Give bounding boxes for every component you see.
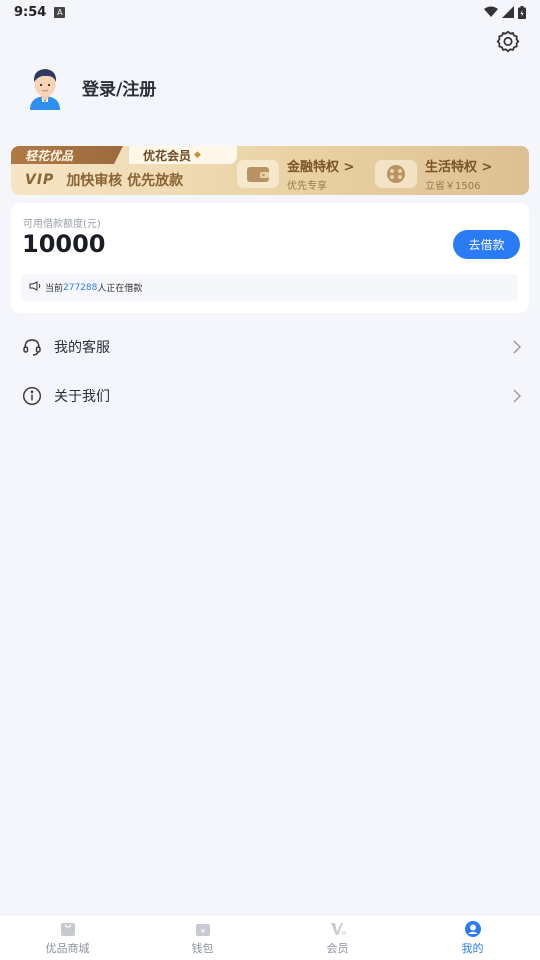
tab-label-mall: 优品商城 [45, 941, 90, 955]
menu-label-about-us: 关于我们 [54, 389, 110, 405]
notification-icon: A [54, 6, 66, 18]
svg-text:¥: ¥ [200, 927, 205, 935]
vip-icon: IP [330, 922, 346, 937]
shopping-bag-icon [60, 922, 75, 936]
megaphone-icon [29, 281, 41, 294]
ticker-suffix: 人正在借款 [97, 284, 143, 294]
menu-label-customer-service: 我的客服 [54, 340, 110, 356]
tab-wallet[interactable]: ¥ 钱包 [135, 915, 270, 960]
battery-icon [518, 5, 526, 19]
tab-label-wallet: 钱包 [191, 941, 214, 955]
borrow-button[interactable]: 去借款 [453, 230, 520, 259]
info-icon [22, 386, 42, 406]
bottom-tab-bar: 优品商城 ¥ 钱包 IP 会员 我的 [0, 914, 540, 960]
quota-label: 可用借款额度(元) [23, 219, 101, 230]
diamond-icon: ◆ [194, 150, 201, 160]
status-time: 9:54 [14, 4, 47, 20]
brand-tag: 轻花优品 [11, 146, 123, 164]
signal-icon [502, 6, 514, 18]
chevron-right-icon [513, 340, 521, 354]
profile-header[interactable]: 登录/注册 [22, 64, 156, 110]
chevron-right-icon [513, 389, 521, 403]
perk-life-title: 生活特权 > [425, 160, 493, 175]
film-reel-icon [375, 160, 417, 188]
status-icons [484, 5, 526, 19]
wifi-icon [484, 6, 498, 17]
headset-icon [23, 339, 41, 356]
ticker-count: 277288 [63, 282, 98, 293]
tab-vip[interactable]: IP 会员 [270, 915, 405, 960]
svg-text:IP: IP [341, 931, 346, 937]
login-register-link[interactable]: 登录/注册 [82, 75, 156, 100]
menu-item-customer-service[interactable]: 我的客服 [0, 323, 540, 371]
vip-slogan: VIP 加快审核 优先放款 [25, 170, 183, 190]
tab-label-mine: 我的 [461, 941, 484, 955]
vip-banner[interactable]: 轻花优品 优花会员 ◆ VIP 加快审核 优先放款 金融特权 > 优先专享 生活… [11, 146, 529, 195]
menu-item-about-us[interactable]: 关于我们 [0, 372, 540, 420]
loan-card: 可用借款额度(元) 10000 去借款 当前 277288 人正在借款 [11, 203, 529, 313]
user-icon [464, 920, 481, 937]
tab-mall[interactable]: 优品商城 [0, 915, 135, 960]
perk-finance[interactable]: 金融特权 > 优先专享 [237, 156, 354, 192]
perk-finance-sub: 优先专享 [287, 181, 327, 192]
quota-value: 10000 [22, 230, 106, 258]
wallet-tab-icon: ¥ [195, 923, 210, 936]
settings-button[interactable] [495, 29, 521, 55]
member-tag: 优花会员 ◆ [129, 146, 237, 164]
ticker-prefix: 当前 [45, 284, 64, 294]
vip-word: VIP [25, 172, 55, 188]
member-tag-label: 优花会员 [143, 148, 192, 163]
avatar[interactable] [22, 64, 68, 110]
vip-slogan-text: 加快审核 优先放款 [66, 173, 184, 189]
tab-label-vip: 会员 [326, 941, 349, 955]
status-bar: 9:54 A [0, 0, 540, 24]
perk-finance-title: 金融特权 > [287, 160, 355, 175]
tab-mine[interactable]: 我的 [405, 915, 540, 960]
borrow-ticker: 当前 277288 人正在借款 [21, 274, 518, 301]
wallet-icon [237, 160, 279, 188]
perk-life[interactable]: 生活特权 > 立省￥1506 [375, 156, 492, 192]
perk-life-sub: 立省￥1506 [425, 181, 481, 192]
gear-icon [496, 30, 520, 53]
